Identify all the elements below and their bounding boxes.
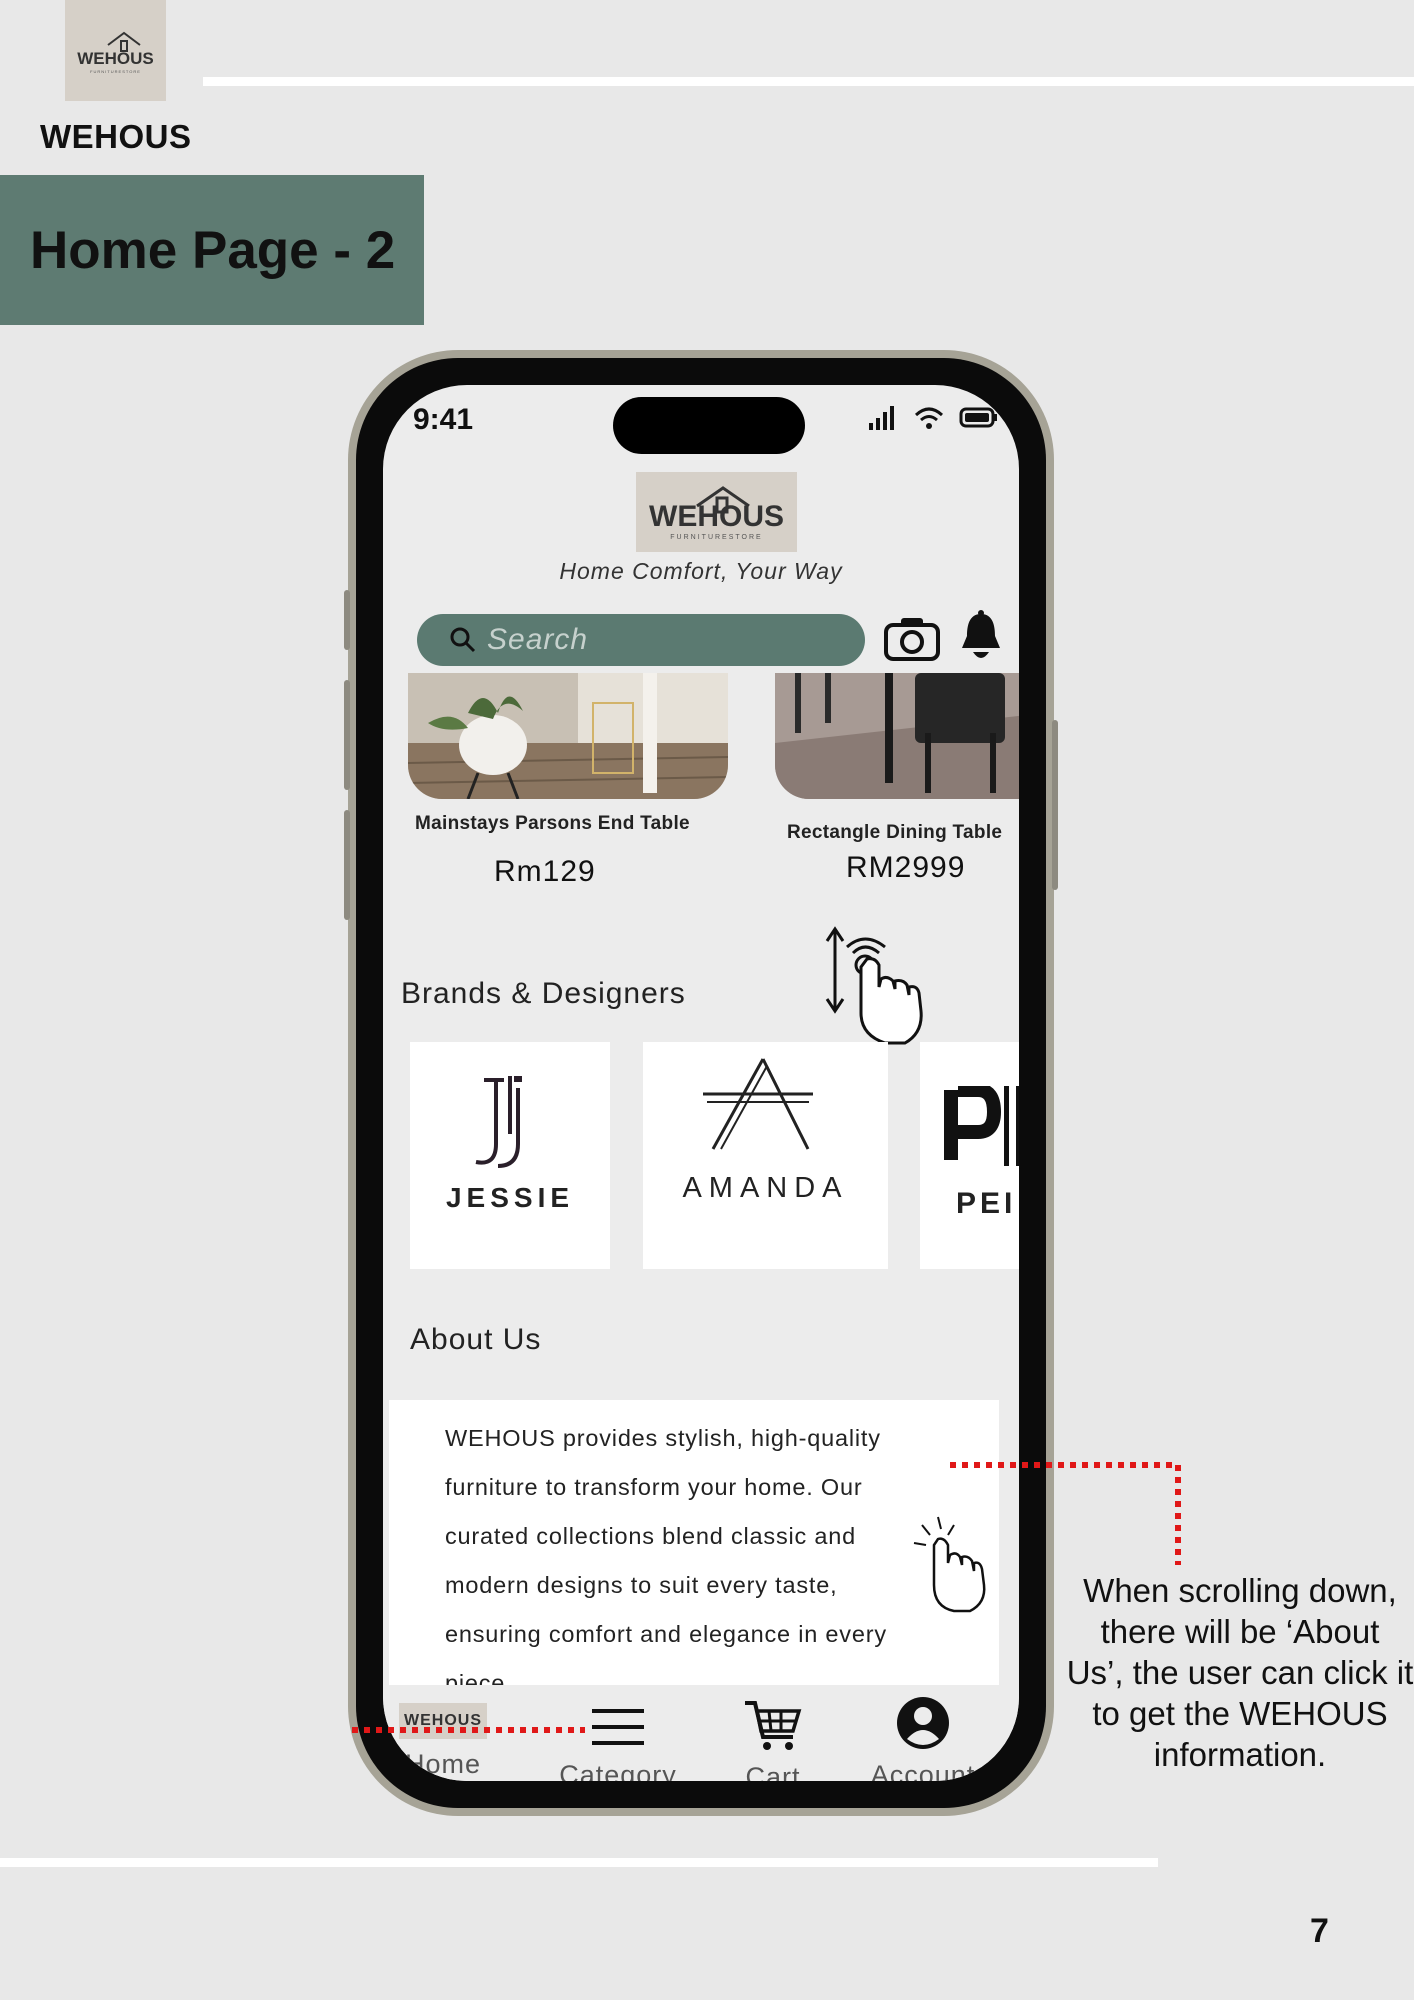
- search-bar[interactable]: [417, 614, 865, 666]
- tab-label: Cart: [745, 1762, 801, 1781]
- battery-icon: [959, 407, 997, 428]
- search-icon: [450, 627, 476, 653]
- brand-name-label: JESSIE: [445, 1182, 575, 1213]
- product-name: Mainstays Parsons End Table: [415, 813, 690, 834]
- app-logo-subtext: FURNITURESTORE: [670, 533, 763, 541]
- caption-line: Us’, the user can click it: [1066, 1654, 1414, 1691]
- product-name: Rectangle Dining Table: [787, 822, 1003, 843]
- brand-card-pei[interactable]: PEI: [920, 1042, 1019, 1269]
- brand-name-label: PEI: [956, 1187, 1017, 1220]
- logo-subtext: FURNITURESTORE: [90, 69, 141, 74]
- scroll-gesture-icon: [825, 926, 923, 1045]
- app-logo: WEHOUS FURNITURESTORE: [636, 472, 797, 552]
- bottom-divider: [0, 1858, 1158, 1867]
- title-banner: Home Page - 2: [0, 175, 424, 325]
- brands-heading: Brands & Designers: [401, 977, 686, 1010]
- dynamic-island: [613, 397, 805, 454]
- dining-table-photo: [775, 673, 1019, 799]
- tab-label: Home: [404, 1749, 482, 1779]
- caption-line: information.: [1153, 1736, 1327, 1773]
- about-heading: About Us: [410, 1323, 542, 1356]
- page-title: Home Page - 2: [30, 220, 396, 280]
- status-time: 9:41: [413, 403, 474, 436]
- side-button: [344, 590, 350, 650]
- jessie-logo-icon: [475, 1076, 522, 1168]
- brand-card-amanda[interactable]: AMANDA: [643, 1042, 888, 1269]
- brand-name: WEHOUS: [40, 118, 192, 155]
- tab-label: Account: [870, 1760, 976, 1781]
- app-tagline: Home Comfort, Your Way: [559, 558, 843, 584]
- tab-label: Category: [559, 1760, 677, 1781]
- annotation-caption: When scrolling down, there will be ‘Abou…: [1065, 1570, 1414, 1775]
- caption-line: there will be ‘About: [1100, 1613, 1380, 1650]
- side-button: [344, 810, 350, 920]
- pei-logo-icon: [944, 1086, 1019, 1166]
- search-input[interactable]: [487, 623, 787, 657]
- caption-line: When scrolling down,: [1083, 1572, 1397, 1609]
- top-divider: [203, 77, 1414, 86]
- bell-icon[interactable]: [958, 610, 1004, 664]
- wifi-icon: [914, 407, 944, 429]
- brand-name-label: AMANDA: [682, 1172, 849, 1204]
- end-table-photo: [408, 673, 728, 799]
- brand-logo: WEHOUS FURNITURESTORE: [65, 0, 166, 101]
- status-icons: [867, 405, 999, 431]
- caption-line: to get the WEHOUS: [1092, 1695, 1388, 1732]
- logo-text: WEHOUS: [77, 49, 154, 68]
- side-button: [344, 680, 350, 790]
- product-price: RM2999: [846, 851, 966, 884]
- camera-icon[interactable]: [883, 615, 941, 663]
- app-logo-text: WEHOUS: [649, 499, 784, 533]
- product-image-dining-table[interactable]: [775, 673, 1019, 799]
- product-image-end-table[interactable]: [408, 673, 728, 799]
- product-price: Rm129: [494, 855, 596, 888]
- signal-icon: [869, 406, 894, 430]
- annotation-connector: [352, 1462, 1181, 1733]
- amanda-logo-icon: [703, 1058, 813, 1150]
- page-number: 7: [1310, 1912, 1329, 1950]
- side-button: [1052, 720, 1058, 890]
- brand-card-jessie[interactable]: JESSIE: [410, 1042, 610, 1269]
